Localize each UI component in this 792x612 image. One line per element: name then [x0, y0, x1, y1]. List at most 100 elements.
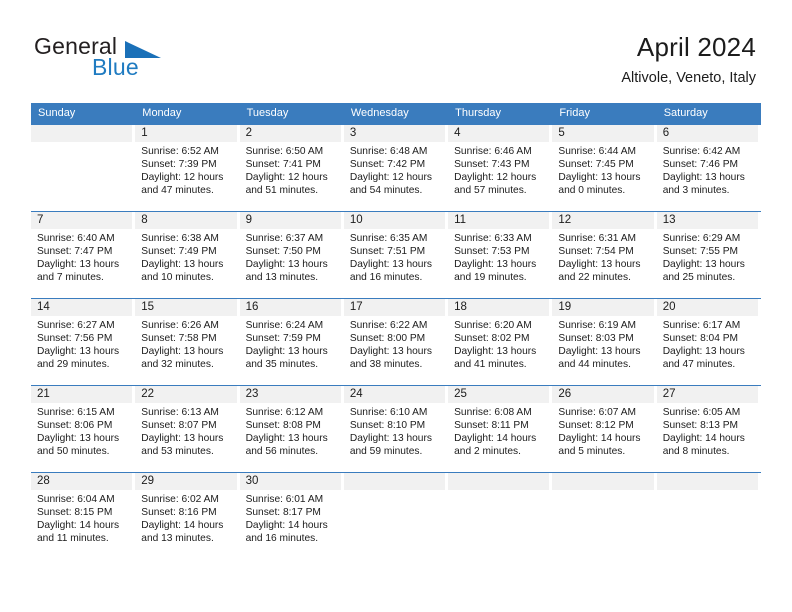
calendar-cell-inner: 22 Sunrise: 6:13 AM Sunset: 8:07 PM Dayligh… [135, 386, 237, 467]
calendar-cell-inner: 2 Sunrise: 6:50 AM Sunset: 7:41 PM Daylight… [239, 125, 341, 206]
calendar-day-cell[interactable]: 21 Sunrise: 6:15 AM Sunset: 8:06 PM Dayligh… [31, 386, 135, 467]
calendar-cell-inner: 30 Sunrise: 6:01 AM Sunset: 8:17 PM Dayligh… [239, 473, 341, 554]
sunrise-line: Sunrise: 6:02 AM [141, 494, 219, 505]
day-details: Sunrise: 6:46 AM Sunset: 7:43 PM Daylight:… [448, 142, 549, 197]
daylight-line-2: and 41 minutes. [454, 359, 527, 371]
calendar-cell-inner: 12 Sunrise: 6:31 AM Sunset: 7:54 PM Dayligh… [552, 212, 654, 293]
calendar-day-cell[interactable]: 16 Sunrise: 6:24 AM Sunset: 7:59 PM Dayligh… [239, 299, 344, 380]
daylight-line-1: Daylight: 14 hours [141, 520, 224, 532]
calendar-day-cell[interactable]: 14 Sunrise: 6:27 AM Sunset: 7:56 PM Dayligh… [31, 299, 135, 380]
day-number: 2 [239, 125, 341, 142]
daylight-line-2: and 51 minutes. [245, 185, 319, 197]
calendar-cell-inner: 14 Sunrise: 6:27 AM Sunset: 7:56 PM Dayligh… [31, 299, 133, 380]
calendar-day-cell[interactable]: 23 Sunrise: 6:12 AM Sunset: 8:08 PM Dayligh… [239, 386, 344, 467]
day-details: Sunrise: 6:48 AM Sunset: 7:42 PM Daylight:… [344, 142, 445, 197]
day-number: 13 [656, 212, 758, 229]
calendar-day-cell[interactable]: 28 Sunrise: 6:04 AM Sunset: 8:15 PM Dayligh… [31, 473, 135, 554]
sunset-line: Sunset: 7:58 PM [141, 333, 217, 345]
daylight-line-1: Daylight: 13 hours [454, 346, 537, 358]
daylight-line-2: and 0 minutes. [558, 185, 626, 197]
calendar-day-cell[interactable]: 2 Sunrise: 6:50 AM Sunset: 7:41 PM Daylight… [239, 125, 344, 206]
sunset-line: Sunset: 7:59 PM [245, 333, 321, 345]
calendar-day-cell[interactable]: 25 Sunrise: 6:08 AM Sunset: 8:11 PM Dayligh… [448, 386, 552, 467]
sunrise-line: Sunrise: 6:22 AM [349, 320, 428, 331]
weekday-header-monday: Monday [142, 107, 182, 119]
daylight-line-1: Daylight: 13 hours [662, 346, 745, 358]
sunset-line: Sunset: 8:08 PM [245, 420, 321, 432]
calendar-cell-inner: 15 Sunrise: 6:26 AM Sunset: 7:58 PM Dayligh… [135, 299, 237, 380]
day-details [31, 142, 132, 145]
sunset-line: Sunset: 8:15 PM [37, 507, 113, 519]
calendar-day-cell[interactable]: 6 Sunrise: 6:42 AM Sunset: 7:46 PM Daylight… [656, 125, 761, 206]
calendar-day-cell[interactable]: 3 Sunrise: 6:48 AM Sunset: 7:42 PM Daylight… [343, 125, 448, 206]
calendar-cell-inner: 18 Sunrise: 6:20 AM Sunset: 8:02 PM Dayligh… [448, 299, 550, 380]
calendar-day-cell[interactable]: 1 Sunrise: 6:52 AM Sunset: 7:39 PM Daylight… [135, 125, 239, 206]
daylight-line-2: and 10 minutes. [141, 272, 214, 284]
calendar-day-cell[interactable]: 24 Sunrise: 6:10 AM Sunset: 8:10 PM Dayligh… [343, 386, 448, 467]
sunset-line: Sunset: 7:42 PM [349, 159, 426, 171]
daylight-line-2: and 5 minutes. [558, 446, 626, 458]
calendar-cell-inner: 20 Sunrise: 6:17 AM Sunset: 8:04 PM Dayligh… [656, 299, 758, 380]
day-details: Sunrise: 6:26 AM Sunset: 7:58 PM Daylight:… [135, 316, 236, 371]
calendar-day-cell[interactable]: 7 Sunrise: 6:40 AM Sunset: 7:47 PM Daylight… [31, 212, 135, 293]
weekday-header-wednesday: Wednesday [350, 107, 409, 119]
general-blue-logo[interactable]: General Blue [34, 33, 224, 91]
day-number: 9 [239, 212, 341, 229]
calendar-day-cell[interactable]: 13 Sunrise: 6:29 AM Sunset: 7:55 PM Dayligh… [656, 212, 761, 293]
day-details: Sunrise: 6:52 AM Sunset: 7:39 PM Daylight:… [135, 142, 236, 197]
calendar-day-cell[interactable]: 29 Sunrise: 6:02 AM Sunset: 8:16 PM Dayligh… [135, 473, 239, 554]
day-number: 26 [552, 386, 654, 403]
sunrise-line: Sunrise: 6:04 AM [37, 494, 115, 505]
calendar-day-cell[interactable]: 20 Sunrise: 6:17 AM Sunset: 8:04 PM Dayligh… [656, 299, 761, 380]
calendar-day-cell[interactable]: 8 Sunrise: 6:38 AM Sunset: 7:49 PM Daylight… [135, 212, 239, 293]
calendar-day-cell[interactable]: 27 Sunrise: 6:05 AM Sunset: 8:13 PM Dayligh… [656, 386, 761, 467]
calendar-day-cell[interactable]: 12 Sunrise: 6:31 AM Sunset: 7:54 PM Dayligh… [552, 212, 656, 293]
sunset-line: Sunset: 8:17 PM [245, 507, 321, 519]
day-number: 12 [552, 212, 654, 229]
calendar-cell-empty [656, 473, 761, 554]
day-number: 6 [656, 125, 758, 142]
calendar-day-cell[interactable]: 9 Sunrise: 6:37 AM Sunset: 7:50 PM Daylight… [239, 212, 344, 293]
calendar-day-cell[interactable]: 26 Sunrise: 6:07 AM Sunset: 8:12 PM Dayligh… [552, 386, 656, 467]
title-block: April 2024 Altivole, Veneto, Italy [621, 30, 756, 89]
daylight-line-2: and 59 minutes. [349, 446, 423, 458]
daylight-line-2: and 19 minutes. [454, 272, 527, 284]
calendar-day-cell[interactable]: 19 Sunrise: 6:19 AM Sunset: 8:03 PM Dayligh… [552, 299, 656, 380]
calendar-day-cell[interactable]: 22 Sunrise: 6:13 AM Sunset: 8:07 PM Dayligh… [135, 386, 239, 467]
calendar-day-cell[interactable]: 30 Sunrise: 6:01 AM Sunset: 8:17 PM Dayligh… [239, 473, 344, 554]
calendar-cell-inner: 23 Sunrise: 6:12 AM Sunset: 8:08 PM Dayligh… [239, 386, 341, 467]
calendar-day-cell[interactable]: 18 Sunrise: 6:20 AM Sunset: 8:02 PM Dayligh… [448, 299, 552, 380]
daylight-line-1: Daylight: 13 hours [558, 346, 641, 358]
calendar-day-cell[interactable]: 17 Sunrise: 6:22 AM Sunset: 8:00 PM Dayligh… [343, 299, 448, 380]
calendar-day-cell[interactable]: 4 Sunrise: 6:46 AM Sunset: 7:43 PM Daylight… [448, 125, 552, 206]
calendar-day-cell[interactable]: 11 Sunrise: 6:33 AM Sunset: 7:53 PM Dayligh… [448, 212, 552, 293]
day-details: Sunrise: 6:01 AM Sunset: 8:17 PM Daylight:… [240, 490, 341, 545]
calendar-day-cell[interactable]: 5 Sunrise: 6:44 AM Sunset: 7:45 PM Daylight… [552, 125, 656, 206]
weekday-header-saturday: Saturday [663, 107, 708, 119]
sunset-line: Sunset: 8:12 PM [558, 420, 634, 432]
sunset-line: Sunset: 7:47 PM [37, 246, 113, 258]
day-details: Sunrise: 6:07 AM Sunset: 8:12 PM Daylight:… [552, 403, 653, 458]
sunset-line: Sunset: 8:04 PM [662, 333, 739, 345]
calendar-day-cell[interactable]: 10 Sunrise: 6:35 AM Sunset: 7:51 PM Dayligh… [343, 212, 448, 293]
daylight-line-2: and 53 minutes. [141, 446, 214, 458]
day-number: 10 [343, 212, 446, 229]
calendar-day-cell[interactable]: 15 Sunrise: 6:26 AM Sunset: 7:58 PM Dayligh… [135, 299, 239, 380]
day-details [448, 490, 549, 493]
sunset-line: Sunset: 8:11 PM [454, 420, 529, 432]
daylight-line-1: Daylight: 13 hours [558, 172, 641, 184]
calendar-cell-inner: 25 Sunrise: 6:08 AM Sunset: 8:11 PM Dayligh… [448, 386, 550, 467]
day-details: Sunrise: 6:44 AM Sunset: 7:45 PM Daylight:… [552, 142, 653, 197]
daylight-line-1: Daylight: 13 hours [37, 433, 120, 445]
weekday-header-row: Sunday Monday Tuesday Wednesday Thursday Frid… [31, 103, 761, 124]
daylight-line-2: and 16 minutes. [245, 533, 319, 545]
daylight-line-2: and 13 minutes. [245, 272, 319, 284]
sunrise-line: Sunrise: 6:13 AM [141, 407, 219, 418]
sunset-line: Sunset: 8:10 PM [349, 420, 426, 432]
sunrise-line: Sunrise: 6:50 AM [245, 146, 324, 157]
sunrise-line: Sunrise: 6:40 AM [37, 233, 115, 244]
sunrise-line: Sunrise: 6:17 AM [662, 320, 741, 331]
sunset-line: Sunset: 7:45 PM [558, 159, 634, 171]
sunrise-line: Sunrise: 6:52 AM [141, 146, 219, 157]
calendar-cell-inner [656, 473, 758, 554]
